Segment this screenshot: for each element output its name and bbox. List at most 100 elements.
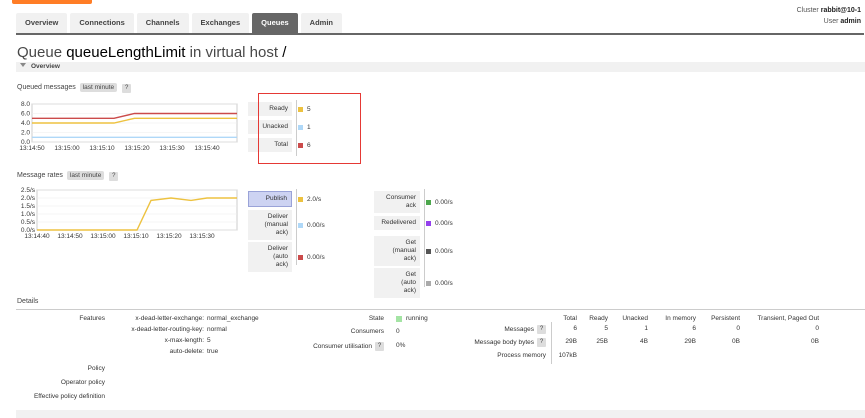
legend-swatch-icon — [426, 248, 431, 254]
stats-cell: 4B — [640, 338, 648, 345]
y-tick-label: 4.0 — [21, 120, 30, 127]
stats-cell: 0 — [736, 325, 740, 332]
legend-swatch-icon — [426, 280, 431, 286]
overview-section-toggle[interactable]: Overview — [16, 62, 865, 72]
legend-value-text: 0.00/s — [435, 219, 453, 227]
x-tick-label: 13:15:20 — [156, 233, 182, 240]
stats-column-header: Ready — [589, 315, 608, 322]
stats-help-icon[interactable]: ? — [537, 338, 546, 347]
stats-cell: 0 — [815, 325, 819, 332]
rates-range-selector[interactable]: last minute — [66, 171, 105, 180]
stats-column-header: Transient, Paged Out — [757, 315, 819, 322]
stats-column-header: Persistent — [711, 315, 740, 322]
x-tick-label: 13:15:10 — [89, 145, 115, 152]
feature-value: 5 — [207, 337, 211, 344]
x-tick-label: 13:15:30 — [189, 233, 215, 240]
rates-legend-row: Publish 2.0/s — [248, 191, 321, 207]
rates-help-icon[interactable]: ? — [109, 172, 119, 181]
tab-queues[interactable]: Queues — [252, 13, 298, 33]
queued-help-icon[interactable]: ? — [122, 84, 132, 93]
x-tick-label: 13:15:40 — [194, 145, 220, 152]
rates-legend-row: Deliver (manual ack) 0.00/s — [248, 210, 325, 240]
queued-messages-heading: Queued messages last minute ? — [17, 83, 132, 93]
stats-divider — [551, 322, 552, 364]
feature-value: true — [207, 348, 219, 355]
y-tick-label: 2.0/s — [21, 195, 36, 202]
stats-row-label-text: Message body bytes — [474, 339, 534, 346]
tab-channels[interactable]: Channels — [136, 13, 189, 33]
rates-legend-label[interactable]: Consumer ack — [374, 191, 420, 213]
feature-key: x-dead-letter-routing-key: — [131, 326, 204, 333]
legend-divider — [424, 189, 425, 287]
stats-cell: 29B — [684, 338, 696, 345]
rates-legend-row: Consumer ack 0.00/s — [374, 191, 453, 213]
rates-legend-label[interactable]: Deliver (manual ack) — [248, 210, 292, 240]
title-prefix: Queue — [17, 44, 63, 61]
series-line-total — [32, 112, 237, 119]
legend-divider — [296, 189, 297, 265]
x-tick-label: 13:14:50 — [19, 145, 45, 152]
feature-key: auto-delete: — [169, 348, 204, 355]
legend-value-text: 2.0/s — [307, 195, 322, 203]
feature-value: normal_exchange — [207, 315, 259, 322]
user-info: User admin — [824, 18, 861, 25]
effective-policy-label: Effective policy definition — [33, 393, 105, 400]
x-tick-label: 13:15:30 — [159, 145, 185, 152]
x-tick-label: 13:14:50 — [57, 233, 83, 240]
x-tick-label: 13:15:00 — [54, 145, 80, 152]
tab-admin[interactable]: Admin — [300, 13, 343, 33]
stats-row-label-text: Messages — [504, 326, 534, 333]
stats-cell: 25B — [596, 338, 608, 345]
legend-swatch-icon — [298, 254, 303, 260]
legend-value-text: 0.00/s — [307, 221, 325, 229]
utilisation-value: 0% — [396, 342, 406, 349]
rates-legend-label[interactable]: Deliver (auto ack) — [248, 242, 292, 272]
cluster-name: rabbit@10-1 — [820, 7, 861, 14]
state-value: running — [396, 315, 428, 322]
y-tick-label: 1.0/s — [21, 211, 36, 218]
rates-legend-label[interactable]: Get (auto ack) — [374, 268, 420, 298]
queued-messages-chart: 8.0 6.0 4.0 2.0 0.0 13:14:50 13:15:00 13:15:10 1… — [15, 98, 240, 156]
stats-row-label: Process memory — [440, 352, 546, 359]
y-tick-label: 1.5/s — [21, 203, 36, 210]
cluster-label: Cluster — [796, 7, 819, 14]
state-indicator-icon — [396, 315, 402, 322]
stats-row-label: Message body bytes? — [440, 338, 546, 347]
utilisation-help-icon[interactable]: ? — [375, 342, 384, 351]
series-line-ready — [32, 117, 237, 124]
state-label: State — [368, 315, 384, 322]
legend-swatch-icon — [426, 199, 431, 205]
consumers-value: 0 — [396, 328, 400, 335]
user-label: User — [823, 18, 839, 25]
message-rates-heading: Message rates last minute ? — [17, 171, 119, 181]
rates-legend-label[interactable]: Redelivered — [374, 216, 420, 230]
rates-legend-label[interactable]: Publish — [248, 191, 292, 207]
x-tick-label: 13:15:10 — [123, 233, 149, 240]
features-label: Features — [79, 315, 105, 322]
cluster-info: Cluster rabbit@10-1 — [797, 7, 861, 14]
policy-label: Policy — [87, 365, 105, 372]
stats-cell: 0B — [732, 338, 740, 345]
tab-connections[interactable]: Connections — [70, 13, 134, 33]
queued-range-selector[interactable]: last minute — [79, 83, 118, 92]
feature-key: x-dead-letter-exchange: — [135, 315, 204, 322]
rates-legend-label[interactable]: Get (manual ack) — [374, 236, 420, 266]
consumers-label: Consumers — [350, 328, 384, 335]
rabbitmq-logo — [12, 0, 92, 4]
tab-overview[interactable]: Overview — [16, 13, 68, 33]
y-tick-label: 8.0 — [21, 101, 30, 108]
tab-exchanges[interactable]: Exchanges — [191, 13, 250, 33]
y-tick-label: 2.5/s — [21, 187, 36, 194]
stats-help-icon[interactable]: ? — [537, 325, 546, 334]
stats-row-label: Messages? — [440, 325, 546, 334]
details-heading: Details — [17, 298, 39, 305]
message-rates-label: Message rates — [17, 172, 63, 179]
x-tick-label: 13:15:00 — [90, 233, 116, 240]
stats-column-header: In memory — [665, 315, 696, 322]
next-section-bar[interactable] — [16, 410, 865, 418]
x-tick-label: 13:15:20 — [124, 145, 150, 152]
rates-legend-row: Get (manual ack) 0.00/s — [374, 236, 453, 266]
feature-key: x-max-length: — [164, 337, 204, 344]
feature-value: normal — [207, 326, 227, 333]
y-tick-label: 6.0 — [21, 111, 30, 118]
